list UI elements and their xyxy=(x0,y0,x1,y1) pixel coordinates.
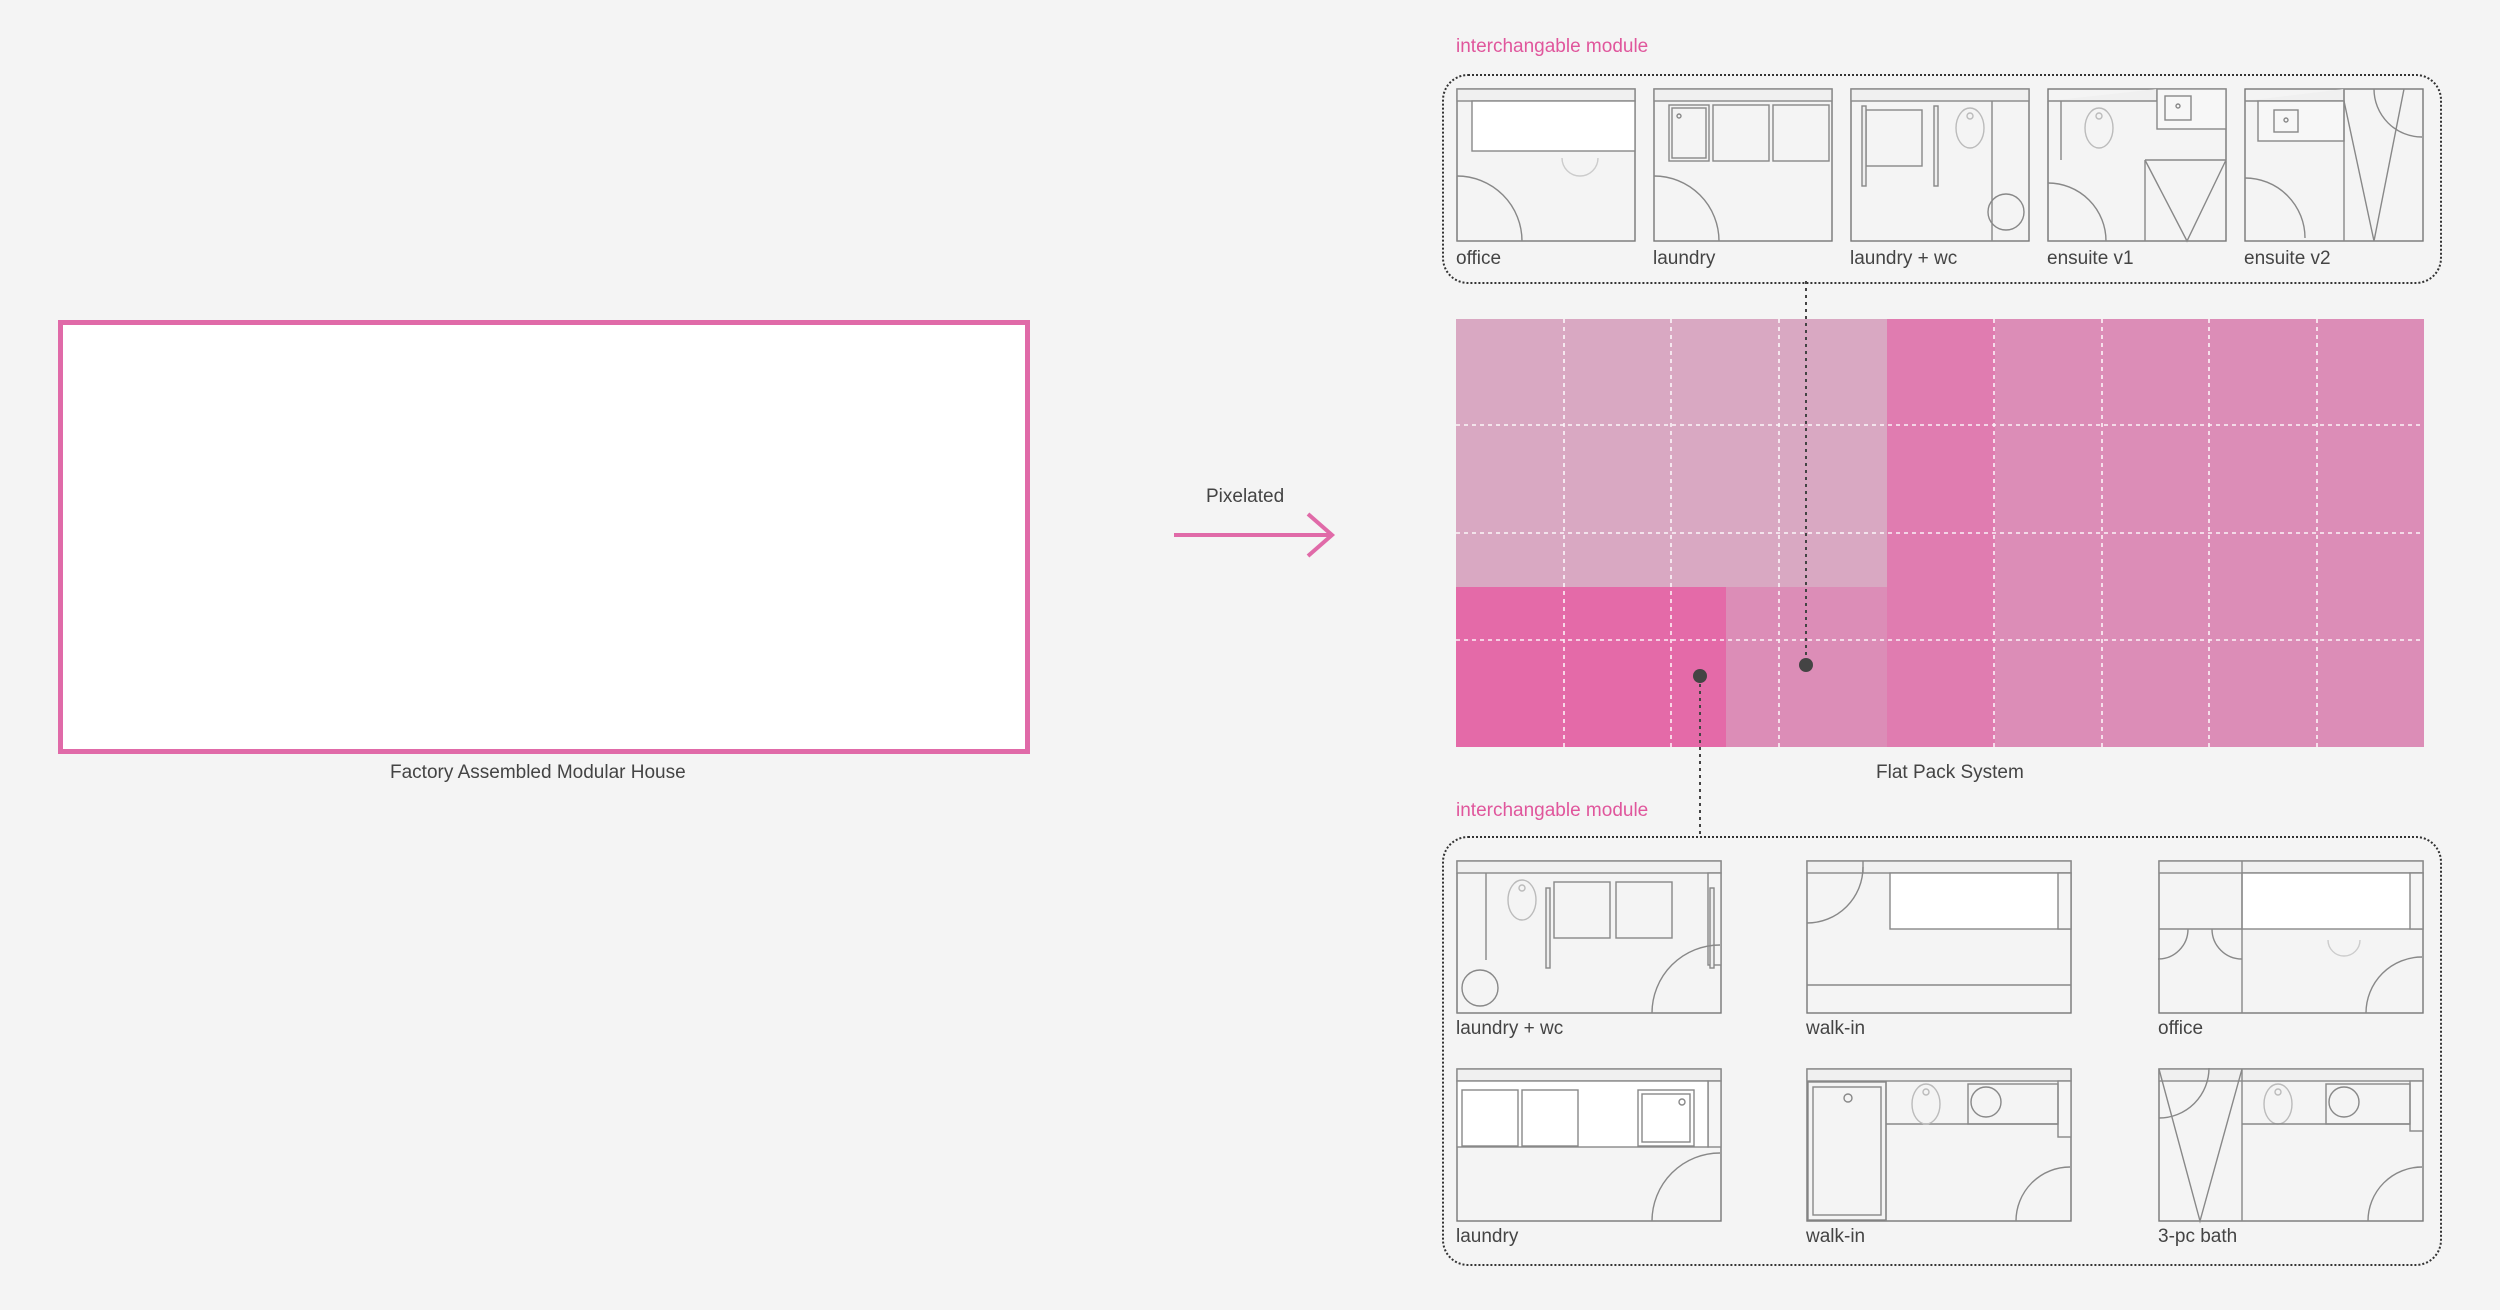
flat-pack-grid xyxy=(1456,319,2424,747)
module-office-bottom: office xyxy=(2158,860,2426,1039)
module-ensuite-v2: ensuite v2 xyxy=(2244,88,2424,269)
module-label: office xyxy=(1456,248,1502,269)
module-label: ensuite v2 xyxy=(2244,248,2331,269)
module-label: laundry + wc xyxy=(1456,1018,1564,1039)
zone-hot xyxy=(1456,587,1726,747)
top-group-label: interchangable module xyxy=(1456,36,1649,57)
module-label: laundry + wc xyxy=(1850,248,1958,269)
zone-medium-lower xyxy=(1726,587,1887,747)
modular-house-box xyxy=(58,320,1030,754)
module-laundry-top: laundry xyxy=(1653,88,1833,269)
module-label: walk-in xyxy=(1806,1226,1866,1247)
module-laundry-wc-top: laundry + wc xyxy=(1850,88,2030,269)
flat-pack-caption: Flat Pack System xyxy=(1876,762,2024,783)
module-label: laundry xyxy=(1653,248,1716,269)
module-label: walk-in xyxy=(1806,1018,1866,1039)
module-label: laundry xyxy=(1456,1226,1519,1247)
right-arrow-icon xyxy=(1172,510,1342,565)
arrow-label: Pixelated xyxy=(1206,486,1285,507)
house-caption: Factory Assembled Modular House xyxy=(390,762,686,783)
module-3pc-bath: 3-pc bath xyxy=(2158,1068,2426,1247)
module-label: office xyxy=(2158,1018,2204,1039)
bottom-group-label: interchangable module xyxy=(1456,800,1649,821)
module-laundry-wc-bottom: laundry + wc xyxy=(1456,860,1724,1039)
module-label: ensuite v1 xyxy=(2047,248,2134,269)
module-laundry-bottom: laundry xyxy=(1456,1068,1724,1247)
module-office-top: office xyxy=(1456,88,1636,269)
module-ensuite-v1: ensuite v1 xyxy=(2047,88,2227,269)
module-walkin-bottom-1: walk-in xyxy=(1806,860,2074,1039)
module-walkin-bottom-2: walk-in xyxy=(1806,1068,2074,1247)
module-label: 3-pc bath xyxy=(2158,1226,2238,1247)
